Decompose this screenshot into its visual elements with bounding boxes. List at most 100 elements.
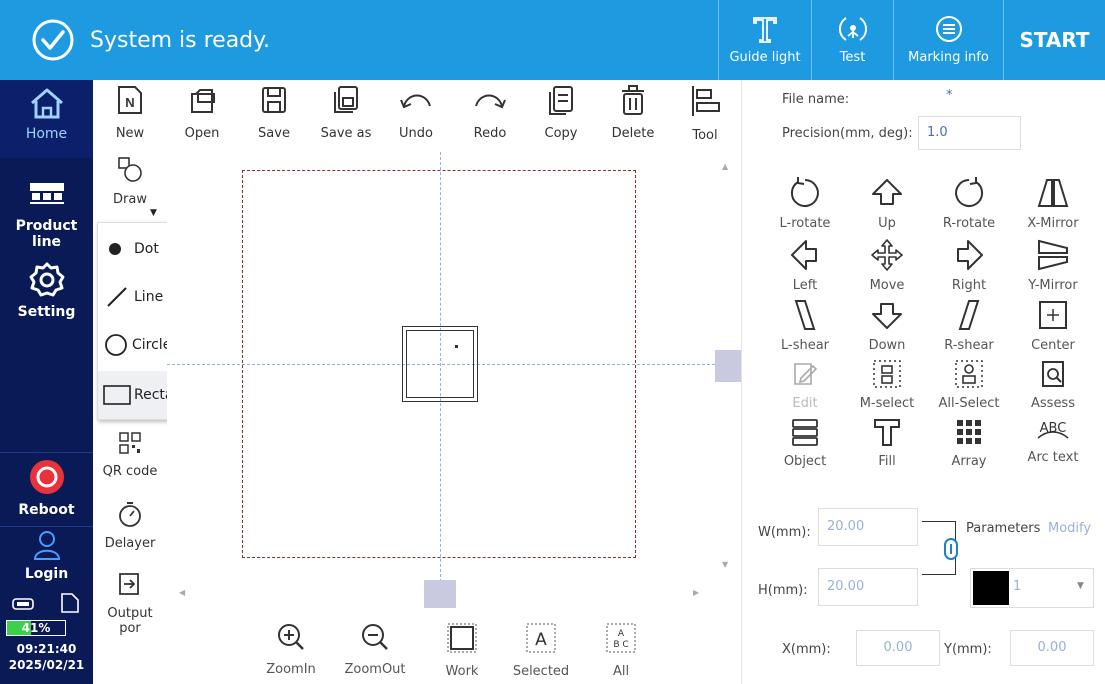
save-button[interactable]: Save <box>244 84 304 141</box>
right-button[interactable]: Right <box>928 238 1010 293</box>
x-mirror-label: X-Mirror <box>1027 216 1079 231</box>
save-as-label: Save as <box>320 126 372 141</box>
center-button[interactable]: Center <box>1012 298 1094 353</box>
width-label: W(mm): <box>758 525 811 540</box>
vertical-scrollbar[interactable]: ▲ ▼ <box>715 158 743 578</box>
rotate-right-icon <box>955 177 984 207</box>
guide-light-label: Guide light <box>729 50 801 65</box>
modify-link[interactable]: Modify <box>1048 521 1091 536</box>
delete-button[interactable]: Delete <box>603 84 663 141</box>
guide-light-button[interactable]: Guide light <box>718 0 811 80</box>
precision-input[interactable]: 1.0 <box>918 116 1021 150</box>
nav-setting[interactable]: Setting <box>0 258 93 328</box>
zoom-out-icon <box>362 624 388 650</box>
x-position-input[interactable]: 0.00 <box>856 630 940 666</box>
copy-button[interactable]: Copy <box>531 84 591 141</box>
zoom-all-button[interactable]: A B C All <box>586 622 656 679</box>
r-rotate-label: R-rotate <box>942 216 996 231</box>
qr-code-button[interactable]: QR code <box>96 430 164 479</box>
open-button[interactable]: Open <box>172 84 232 141</box>
properties-panel: File name: * Precision(mm, deg): 1.0 L-r… <box>741 80 1105 684</box>
output-port-button[interactable]: Output por <box>96 570 164 636</box>
output-port-label: Output por <box>107 606 153 636</box>
object-list-icon <box>792 419 818 446</box>
undo-button[interactable]: Undo <box>386 84 446 141</box>
fill-button[interactable]: Fill <box>846 416 928 469</box>
battery-text: 41% <box>21 621 51 635</box>
redo-button[interactable]: Redo <box>460 84 520 141</box>
top-bar: System is ready. Guide light Test Markin… <box>0 0 1105 80</box>
rotate-left-icon <box>790 177 819 207</box>
tool-label: Tool <box>692 128 718 143</box>
qr-code-icon <box>119 432 141 454</box>
arc-text-button[interactable]: ABC Arc text <box>1012 416 1094 465</box>
height-input[interactable]: 20.00 <box>818 568 918 606</box>
scroll-down-icon: ▼ <box>722 560 729 569</box>
r-rotate-button[interactable]: R-rotate <box>928 176 1010 231</box>
menu-item-line-label: Line <box>134 289 164 305</box>
marking-info-button[interactable]: Marking info <box>893 0 1003 80</box>
edit-button[interactable]: Edit <box>764 358 846 411</box>
l-rotate-button[interactable]: L-rotate <box>764 176 846 231</box>
qr-code-label: QR code <box>102 464 158 479</box>
x-mirror-button[interactable]: X-Mirror <box>1012 176 1094 231</box>
output-port-icon <box>119 573 139 595</box>
drawing-canvas[interactable]: ▲ ▼ ◀ ▶ <box>167 152 743 610</box>
object-button[interactable]: Object <box>764 416 846 469</box>
left-button[interactable]: Left <box>764 238 846 293</box>
zoom-selected-button[interactable]: A Selected <box>506 622 576 679</box>
all-select-button[interactable]: All-Select <box>928 358 1010 411</box>
m-select-button[interactable]: M-select <box>846 358 928 411</box>
object-dot <box>455 345 458 348</box>
zoom-all-label: All <box>612 664 630 679</box>
pen-value: 1 <box>1013 579 1022 594</box>
l-shear-button[interactable]: L-shear <box>764 298 846 353</box>
test-button[interactable]: Test <box>811 0 893 80</box>
nav-home[interactable]: Home <box>0 80 93 158</box>
shear-left-icon <box>794 300 816 330</box>
array-grid-icon <box>957 420 981 444</box>
y-mirror-button[interactable]: Y-Mirror <box>1012 238 1094 293</box>
horizontal-scroll-thumb[interactable] <box>424 580 456 608</box>
vertical-scroll-thumb[interactable] <box>715 350 743 382</box>
delayer-label: Delayer <box>104 536 156 551</box>
zoom-out-button[interactable]: ZoomOut <box>340 622 410 677</box>
system-status-area: 41% 09:21:40 2025/02/21 <box>0 590 93 684</box>
arrow-right-icon <box>957 240 983 270</box>
nav-reboot[interactable]: Reboot <box>0 454 93 520</box>
y-position-input[interactable]: 0.00 <box>1010 630 1094 666</box>
assess-button[interactable]: Assess <box>1012 358 1094 411</box>
save-as-button[interactable]: Save as <box>316 84 376 141</box>
select-all-icon <box>955 360 983 388</box>
nav-product-line[interactable]: Product line <box>0 174 93 250</box>
nav-home-label: Home <box>25 126 68 142</box>
nav-login[interactable]: Login <box>0 530 93 590</box>
start-button[interactable]: START <box>1003 0 1105 80</box>
zoom-in-button[interactable]: ZoomIn <box>256 622 326 677</box>
dot-icon <box>109 243 121 255</box>
new-button[interactable]: N New <box>100 84 160 141</box>
zoom-work-button[interactable]: Work <box>427 622 497 679</box>
move-icon <box>871 239 903 271</box>
shear-right-icon <box>958 300 980 330</box>
scroll-right-icon: ▶ <box>693 588 700 597</box>
link-chain-icon[interactable] <box>944 538 958 560</box>
chevron-down-icon: ▼ <box>1077 581 1084 591</box>
tool-button[interactable]: Tool <box>675 84 735 143</box>
height-label: H(mm): <box>758 583 808 598</box>
down-button[interactable]: Down <box>846 298 928 353</box>
selected-rectangle-outer[interactable] <box>402 326 478 402</box>
center-icon <box>1039 301 1067 329</box>
horizontal-scrollbar[interactable]: ◀ ▶ <box>173 580 713 610</box>
draw-button[interactable]: Draw ▼ <box>96 156 164 218</box>
move-button[interactable]: Move <box>846 238 928 293</box>
pen-select[interactable]: 1 ▼ <box>970 568 1094 608</box>
delayer-button[interactable]: Delayer <box>96 500 164 551</box>
array-button[interactable]: Array <box>928 416 1010 469</box>
width-input[interactable]: 20.00 <box>818 508 918 546</box>
r-shear-button[interactable]: R-shear <box>928 298 1010 353</box>
redo-icon <box>475 94 506 109</box>
scroll-up-icon: ▲ <box>722 162 729 171</box>
align-tool-icon <box>692 86 720 116</box>
up-button[interactable]: Up <box>846 176 928 231</box>
